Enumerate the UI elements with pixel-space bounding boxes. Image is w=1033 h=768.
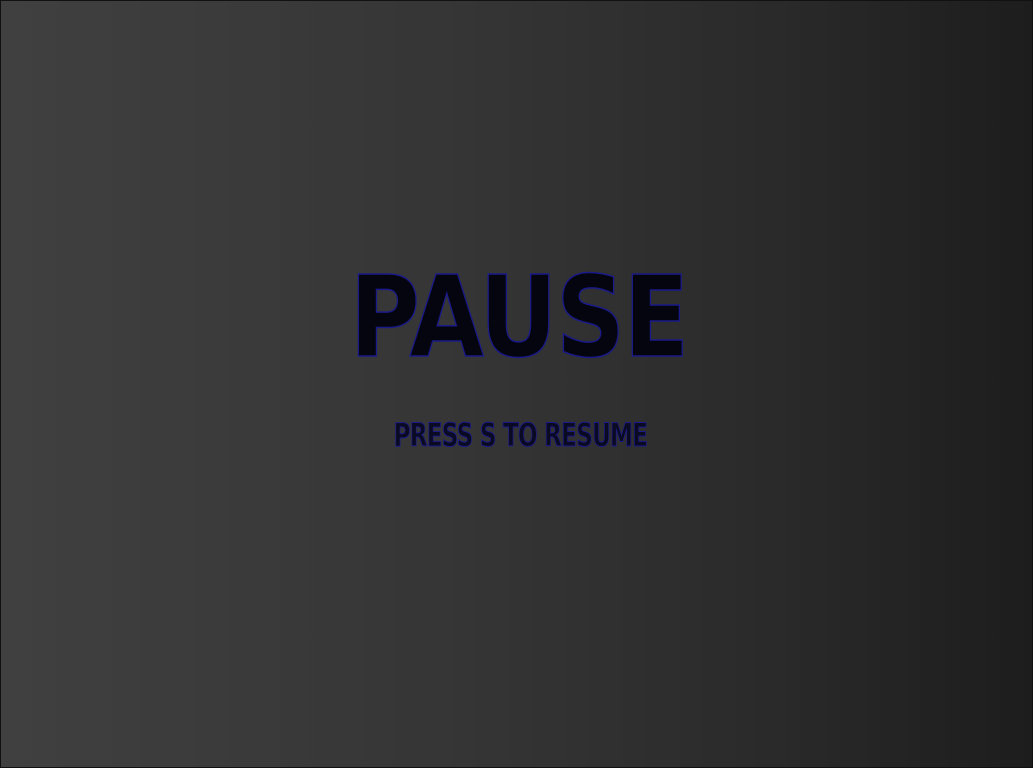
pause-title: PAUSE (349, 252, 690, 384)
pause-screen: PAUSE PRESS S TO RESUME (0, 0, 1033, 768)
resume-hint: PRESS S TO RESUME (393, 416, 648, 455)
